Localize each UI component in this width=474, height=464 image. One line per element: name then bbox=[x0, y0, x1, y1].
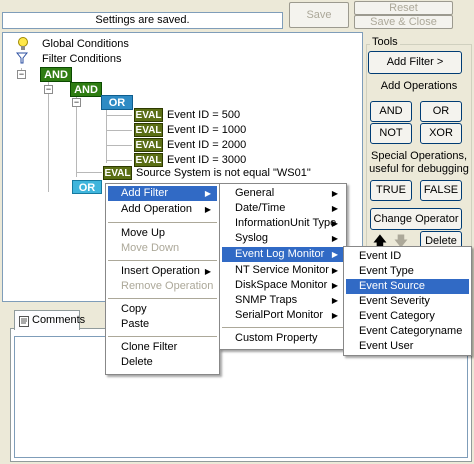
menu-item-delete[interactable]: Delete bbox=[108, 355, 217, 370]
tree-line bbox=[106, 130, 132, 131]
menu-item-clone-filter[interactable]: Clone Filter bbox=[108, 340, 217, 355]
reset-button[interactable]: Reset bbox=[354, 1, 453, 15]
or-operator-node[interactable]: OR bbox=[72, 180, 102, 194]
menu-item-insert-operation[interactable]: Insert Operation ▶ bbox=[108, 264, 217, 279]
true-button[interactable]: TRUE bbox=[370, 180, 412, 201]
menu-separator bbox=[108, 298, 217, 299]
eval-condition[interactable]: Event ID = 2000 bbox=[167, 139, 246, 152]
menu-separator bbox=[108, 222, 217, 223]
tree-line bbox=[106, 160, 132, 161]
comments-tab-label: Comments bbox=[32, 314, 86, 326]
menu-item-move-up[interactable]: Move Up bbox=[108, 226, 217, 241]
menu-item-add-filter[interactable]: Add Filter ▶ bbox=[108, 186, 217, 201]
save-button[interactable]: Save bbox=[289, 2, 349, 28]
tab-comments[interactable]: Comments bbox=[14, 310, 85, 330]
menu-item-date-time[interactable]: Date/Time ▶ bbox=[222, 201, 344, 216]
eval-tag[interactable]: EVAL bbox=[134, 108, 163, 122]
menu-item-event-severity[interactable]: Event Severity bbox=[346, 294, 469, 309]
collapse-icon[interactable]: − bbox=[72, 98, 81, 107]
funnel-icon bbox=[15, 52, 29, 64]
menu-item-paste[interactable]: Paste bbox=[108, 317, 217, 332]
global-conditions-node[interactable]: Global Conditions bbox=[42, 38, 129, 51]
or-button[interactable]: OR bbox=[420, 101, 462, 122]
collapse-icon[interactable]: − bbox=[44, 85, 53, 94]
submenu-arrow-icon: ▶ bbox=[331, 311, 338, 320]
eval-condition[interactable]: Source System is not equal "WS01" bbox=[136, 167, 311, 180]
event-log-submenu: Event ID Event Type Event Source Event S… bbox=[343, 246, 472, 356]
submenu-arrow-icon: ▶ bbox=[331, 234, 338, 243]
not-button[interactable]: NOT bbox=[370, 123, 412, 144]
menu-item-event-categoryname[interactable]: Event Categoryname bbox=[346, 324, 469, 339]
tree-line bbox=[76, 97, 77, 177]
context-menu: Add Filter ▶ Add Operation ▶ Move Up Move … bbox=[105, 183, 220, 375]
tools-title: Tools bbox=[370, 36, 400, 48]
note-icon bbox=[19, 315, 29, 327]
menu-separator bbox=[222, 327, 344, 328]
menu-item-event-user[interactable]: Event User bbox=[346, 339, 469, 354]
status-text: Settings are saved. bbox=[2, 12, 283, 29]
submenu-arrow-icon: ▶ bbox=[331, 189, 338, 198]
and-button[interactable]: AND bbox=[370, 101, 412, 122]
tree-line bbox=[76, 172, 102, 173]
and-operator-node[interactable]: AND bbox=[40, 67, 72, 82]
menu-item-event-type[interactable]: Event Type bbox=[346, 264, 469, 279]
submenu-arrow-icon: ▶ bbox=[331, 281, 338, 290]
menu-item-move-down[interactable]: Move Down bbox=[108, 241, 217, 256]
eval-tag[interactable]: EVAL bbox=[103, 166, 132, 180]
special-ops-sublabel: useful for debugging bbox=[369, 163, 469, 175]
filter-submenu: General ▶ Date/Time ▶ InformationUnit Type… bbox=[219, 183, 347, 350]
menu-item-syslog[interactable]: Syslog ▶ bbox=[222, 231, 344, 246]
menu-item-diskspace-monitor[interactable]: DiskSpace Monitor ▶ bbox=[222, 278, 344, 293]
change-operator-button[interactable]: Change Operator bbox=[370, 208, 462, 230]
collapse-icon[interactable]: − bbox=[17, 70, 26, 79]
submenu-arrow-icon: ▶ bbox=[204, 205, 211, 214]
menu-item-general[interactable]: General ▶ bbox=[222, 186, 344, 201]
save-close-button[interactable]: Save & Close bbox=[354, 15, 453, 29]
submenu-arrow-icon: ▶ bbox=[331, 266, 338, 275]
menu-item-event-category[interactable]: Event Category bbox=[346, 309, 469, 324]
false-button[interactable]: FALSE bbox=[420, 180, 462, 201]
menu-item-event-source[interactable]: Event Source bbox=[346, 279, 469, 294]
menu-item-informationunit-type[interactable]: InformationUnit Type ▶ bbox=[222, 216, 344, 231]
menu-item-copy[interactable]: Copy bbox=[108, 302, 217, 317]
menu-separator bbox=[108, 336, 217, 337]
tree-line bbox=[106, 115, 132, 116]
menu-item-event-id[interactable]: Event ID bbox=[346, 249, 469, 264]
menu-item-nt-service-monitor[interactable]: NT Service Monitor ▶ bbox=[222, 263, 344, 278]
add-operations-label: Add Operations bbox=[380, 80, 458, 92]
special-ops-label: Special Operations, bbox=[371, 150, 467, 162]
submenu-arrow-icon: ▶ bbox=[331, 250, 338, 259]
tree-line bbox=[48, 82, 49, 192]
eval-condition[interactable]: Event ID = 3000 bbox=[167, 154, 246, 167]
and-operator-node[interactable]: AND bbox=[70, 82, 102, 97]
or-operator-node[interactable]: OR bbox=[101, 95, 133, 110]
menu-item-event-log-monitor[interactable]: Event Log Monitor ▶ bbox=[222, 247, 344, 262]
eval-condition[interactable]: Event ID = 500 bbox=[167, 109, 240, 122]
submenu-arrow-icon: ▶ bbox=[331, 204, 338, 213]
menu-item-serialport-monitor[interactable]: SerialPort Monitor ▶ bbox=[222, 308, 344, 323]
xor-button[interactable]: XOR bbox=[420, 123, 462, 144]
submenu-arrow-icon: ▶ bbox=[204, 267, 211, 276]
tree-line bbox=[106, 108, 107, 163]
add-filter-button[interactable]: Add Filter > bbox=[368, 51, 462, 74]
eval-tag[interactable]: EVAL bbox=[134, 153, 163, 167]
submenu-arrow-icon: ▶ bbox=[331, 296, 338, 305]
submenu-arrow-icon: ▶ bbox=[204, 189, 211, 198]
eval-condition[interactable]: Event ID = 1000 bbox=[167, 124, 246, 137]
filter-conditions-node[interactable]: Filter Conditions bbox=[42, 53, 121, 66]
menu-item-add-operation[interactable]: Add Operation ▶ bbox=[108, 202, 217, 217]
menu-item-remove-operation[interactable]: Remove Operation bbox=[108, 279, 217, 294]
submenu-arrow-icon: ▶ bbox=[331, 219, 338, 228]
eval-tag[interactable]: EVAL bbox=[134, 138, 163, 152]
lightbulb-icon bbox=[17, 37, 29, 51]
menu-item-snmp-traps[interactable]: SNMP Traps ▶ bbox=[222, 293, 344, 308]
tree-line bbox=[106, 145, 132, 146]
menu-separator bbox=[108, 260, 217, 261]
eval-tag[interactable]: EVAL bbox=[134, 123, 163, 137]
menu-item-custom-property[interactable]: Custom Property bbox=[222, 331, 344, 346]
